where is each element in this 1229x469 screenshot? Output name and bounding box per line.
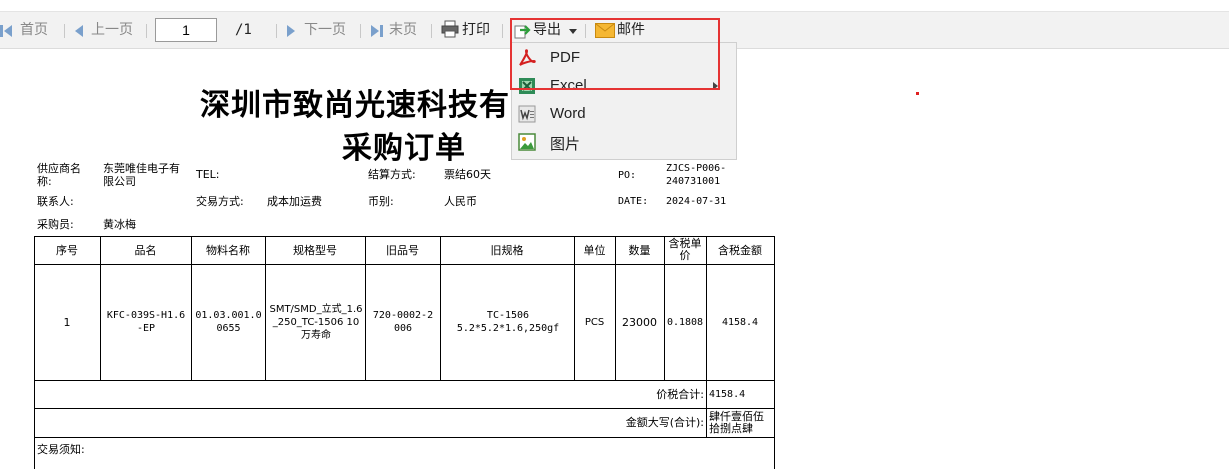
col-header: 序号 bbox=[56, 243, 78, 257]
supplier-value: 东莞唯佳电子有限公司 bbox=[103, 162, 180, 188]
top-strip bbox=[0, 0, 1229, 12]
print-button[interactable]: 打印 bbox=[462, 12, 490, 48]
po-label: PO: bbox=[618, 170, 637, 181]
excel-icon bbox=[519, 78, 535, 94]
po-value: ZJCS-P006-240731001 bbox=[666, 163, 727, 187]
export-menu: PDF Excel Word 图片 bbox=[511, 42, 737, 160]
chevron-down-icon[interactable] bbox=[569, 29, 577, 34]
toolbar-separator bbox=[64, 24, 65, 38]
page-total: /1 bbox=[235, 22, 252, 38]
export-word-item[interactable]: Word bbox=[512, 101, 736, 129]
menu-item-label: Excel bbox=[550, 77, 587, 94]
col-header: 旧品号 bbox=[386, 243, 419, 257]
notes-label: 交易须知: bbox=[37, 442, 85, 456]
toolbar-separator bbox=[360, 24, 361, 38]
submenu-arrow-icon bbox=[713, 82, 718, 90]
cell-amount: 4158.4 bbox=[721, 316, 759, 328]
currency-value: 人民币 bbox=[444, 195, 477, 208]
cell-qty: 23000 bbox=[622, 315, 657, 329]
print-icon[interactable] bbox=[441, 20, 459, 38]
toolbar-separator bbox=[502, 24, 503, 38]
contact-label: 联系人: bbox=[37, 195, 74, 208]
cell-old-spec: TC-1506 5.2*5.2*1.6,250gf bbox=[456, 310, 560, 334]
menu-item-label: Word bbox=[550, 105, 586, 122]
last-page-icon[interactable] bbox=[371, 25, 379, 37]
toolbar-separator bbox=[431, 24, 432, 38]
export-image-item[interactable]: 图片 bbox=[512, 129, 736, 157]
toolbar-separator bbox=[146, 24, 147, 38]
prev-page-icon[interactable] bbox=[75, 25, 83, 37]
export-excel-item[interactable]: Excel bbox=[512, 73, 736, 101]
last-page-bar bbox=[380, 25, 383, 37]
col-header: 含税单价 bbox=[668, 237, 702, 262]
cell-unit-price: 0.1808 bbox=[666, 316, 704, 328]
cell-no: 1 bbox=[63, 315, 71, 329]
last-page-button[interactable]: 末页 bbox=[389, 12, 417, 48]
toolbar-separator bbox=[585, 24, 586, 38]
total-value: 4158.4 bbox=[709, 388, 746, 400]
first-page-icon[interactable] bbox=[4, 25, 12, 37]
export-pdf-item[interactable]: PDF bbox=[512, 45, 736, 73]
date-value: 2024-07-31 bbox=[666, 196, 727, 207]
settle-label: 结算方式: bbox=[368, 168, 416, 181]
table-line bbox=[774, 236, 775, 469]
settle-value: 票结60天 bbox=[444, 168, 491, 181]
cell-unit: PCS bbox=[584, 316, 605, 328]
date-label: DATE: bbox=[618, 196, 649, 207]
cell-spec: SMT/SMD_立式_1.6_250_TC-1506 10万寿命 bbox=[269, 303, 363, 341]
company-title: 深圳市致尚光速科技有 bbox=[200, 88, 510, 123]
page-number-input[interactable]: 1 bbox=[155, 18, 217, 42]
col-header: 规格型号 bbox=[293, 243, 337, 257]
cell-old-no: 720-0002-2006 bbox=[372, 310, 434, 334]
buyer-label: 采购员: bbox=[37, 218, 74, 231]
buyer-value: 黄冰梅 bbox=[103, 218, 136, 231]
cell-material: 01.03.001.00655 bbox=[195, 310, 262, 334]
trade-label: 交易方式: bbox=[196, 195, 244, 208]
first-page-button[interactable]: 首页 bbox=[20, 12, 48, 48]
col-header: 单位 bbox=[583, 243, 606, 257]
col-header: 品名 bbox=[134, 243, 157, 257]
image-icon bbox=[518, 133, 536, 151]
cell-name: KFC-039S-H1.6-EP bbox=[106, 310, 186, 334]
prev-page-button[interactable]: 上一页 bbox=[91, 12, 133, 48]
export-icon[interactable] bbox=[514, 21, 532, 39]
supplier-label: 供应商名称: bbox=[37, 162, 81, 188]
upper-amount-label: 金额大写(合计): bbox=[625, 416, 704, 429]
word-icon bbox=[518, 105, 536, 123]
col-header: 含税金额 bbox=[718, 243, 762, 257]
currency-label: 币别: bbox=[368, 195, 394, 208]
red-dot-marker bbox=[916, 92, 919, 95]
menu-item-label: PDF bbox=[550, 49, 580, 66]
trade-value: 成本加运费 bbox=[267, 195, 322, 208]
order-table: 序号 品名 物料名称 规格型号 旧品号 旧规格 单位 数量 含税单价 含税金额 … bbox=[34, 236, 775, 469]
tel-label: TEL: bbox=[196, 168, 220, 181]
mail-icon[interactable] bbox=[595, 23, 615, 38]
col-header: 物料名称 bbox=[206, 243, 250, 257]
menu-item-label: 图片 bbox=[550, 136, 581, 153]
col-header: 旧规格 bbox=[490, 243, 524, 257]
next-page-icon[interactable] bbox=[287, 25, 295, 37]
pdf-icon bbox=[519, 49, 536, 66]
next-page-button[interactable]: 下一页 bbox=[304, 12, 346, 48]
toolbar-separator bbox=[276, 24, 277, 38]
document-title: 采购订单 bbox=[342, 131, 466, 166]
upper-amount-value: 肆仟壹佰伍拾捌点肆 bbox=[709, 409, 764, 435]
first-page-bar bbox=[0, 25, 3, 37]
total-label: 价税合计: bbox=[656, 387, 704, 401]
col-header: 数量 bbox=[628, 243, 651, 257]
